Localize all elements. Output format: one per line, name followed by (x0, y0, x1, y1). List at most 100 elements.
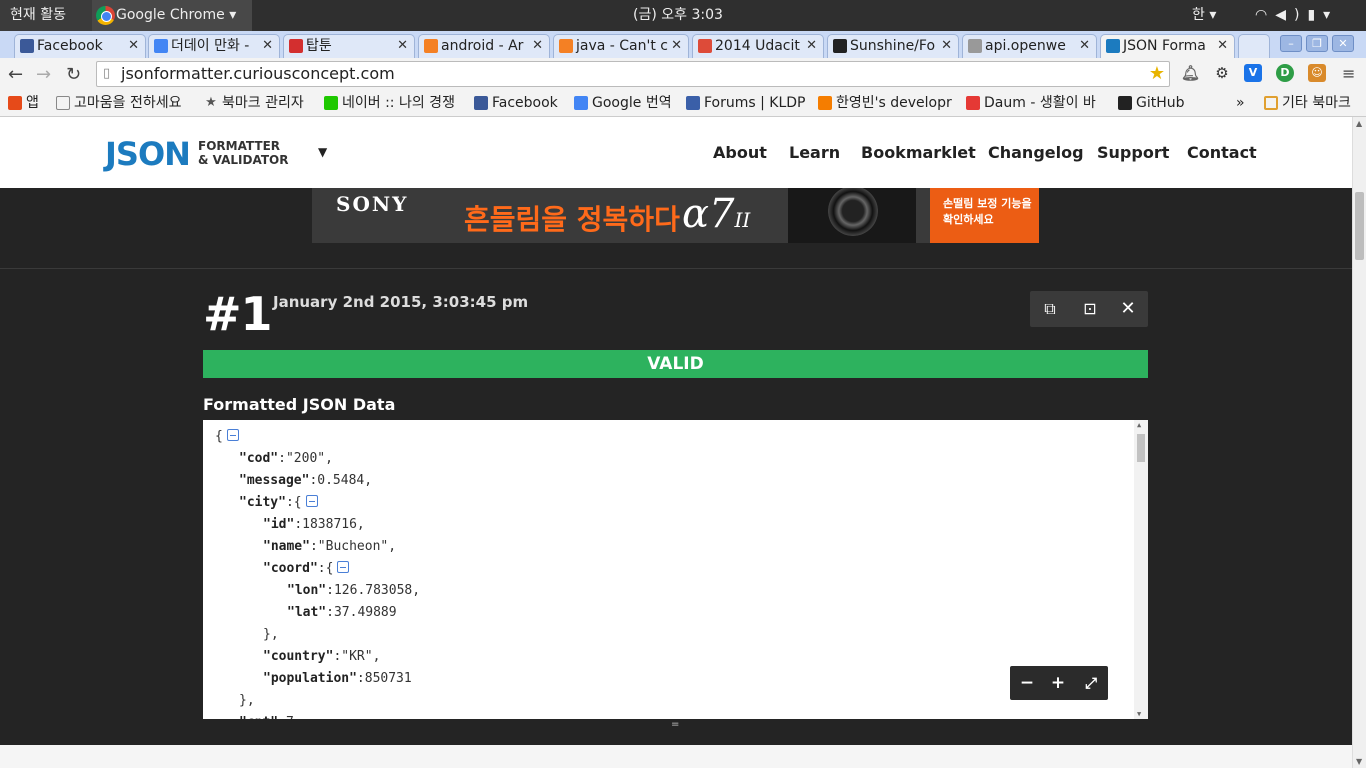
json-key: "country" (263, 649, 334, 664)
tab-5[interactable]: 2014 Udacit ✕ (692, 34, 824, 58)
json-output[interactable]: ▲ ▼ {"cod":"200", "message":0.5484, "city"… (203, 420, 1148, 719)
logo-formatter: FORMATTER (198, 139, 281, 153)
extension-icon[interactable]: ⚙ (1213, 64, 1231, 82)
collapse-toggle-icon[interactable] (226, 429, 239, 441)
json-value: { (293, 495, 302, 510)
json-line: "name":"Bucheon", (263, 538, 396, 556)
bookmark-item[interactable]: GitHub (1118, 93, 1188, 113)
close-window-button[interactable]: ✕ (1332, 35, 1354, 52)
tab-4[interactable]: java - Can't c ✕ (553, 34, 689, 58)
activities-button[interactable]: 현재 활동 (0, 0, 92, 31)
bell-icon[interactable]: 🔔︎ (1181, 64, 1200, 82)
clock[interactable]: (금) 오후 3:03 (633, 0, 723, 31)
close-tab-icon[interactable]: ✕ (529, 35, 543, 57)
extension-icon[interactable]: ☺ (1308, 64, 1326, 82)
json-value: 7, (286, 715, 302, 719)
bookmark-label: » (1236, 95, 1245, 111)
maximize-button[interactable]: ❐ (1306, 35, 1328, 52)
scroll-down-icon[interactable]: ▼ (1137, 710, 1141, 718)
tab-7[interactable]: api.openwe ✕ (962, 34, 1097, 58)
shield-icon[interactable]: V (1244, 64, 1262, 82)
scroll-thumb[interactable] (1137, 434, 1145, 462)
scroll-down-icon[interactable]: ▼ (1356, 757, 1362, 766)
scroll-up-icon[interactable]: ▲ (1356, 119, 1362, 128)
json-value: { (215, 429, 223, 444)
fullscreen-icon[interactable]: ⤢ (1081, 673, 1101, 693)
zoom-out-icon[interactable]: − (1017, 673, 1037, 693)
close-tab-icon[interactable]: ✕ (938, 35, 952, 57)
system-tray[interactable]: ◠◀)▮▾ (1255, 0, 1338, 31)
bookmark-item[interactable]: Daum - 생활이 바 (966, 93, 1106, 113)
bookmark-label: Daum - 생활이 바 (984, 95, 1096, 111)
reload-button[interactable]: ↻ (66, 64, 81, 85)
bookmark-item[interactable]: 네이버 :: 나의 경쟁 (324, 93, 464, 113)
url-text: jsonformatter.curiousconcept.com (121, 64, 395, 83)
close-tab-icon[interactable]: ✕ (394, 35, 408, 57)
scroll-thumb[interactable] (1355, 192, 1364, 260)
close-tab-icon[interactable]: ✕ (259, 35, 273, 57)
address-bar[interactable]: ▯ jsonformatter.curiousconcept.com ★ (96, 61, 1170, 87)
zoom-in-icon[interactable]: + (1048, 673, 1068, 693)
save-icon[interactable]: ⊡ (1080, 299, 1100, 319)
kldp-icon (686, 96, 700, 110)
window-controls: – ❐ ✕ (1276, 35, 1354, 52)
page-scrollbar[interactable]: ▲ ▼ (1352, 117, 1366, 768)
bookmark-item[interactable]: » (1236, 93, 1252, 113)
tab-1[interactable]: 더데이 만화 - ✕ (148, 34, 280, 58)
resize-handle[interactable]: = (671, 719, 679, 730)
input-method[interactable]: 한 ▾ (1192, 0, 1216, 31)
advertisement-banner[interactable]: SONY 흔들림을 정복하다 α7II 손떨림 보정 기능을 확인하세요 (312, 188, 1039, 243)
minimize-button[interactable]: – (1280, 35, 1302, 52)
bookmark-item[interactable]: ★ 북마크 관리자 (204, 93, 320, 113)
app-menu[interactable]: Google Chrome ▾ (92, 0, 252, 31)
collapse-toggle-icon[interactable] (337, 561, 350, 573)
bookmark-item[interactable]: 고마움을 전하세요 (56, 93, 196, 113)
site-header: JSON FORMATTER & VALIDATOR ▼ About Learn… (0, 117, 1352, 188)
tab-label: 더데이 만화 - (171, 38, 250, 54)
battery-icon: ▮ (1307, 7, 1324, 23)
close-tab-icon[interactable]: ✕ (1214, 35, 1228, 57)
close-tab-icon[interactable]: ✕ (668, 35, 682, 57)
input-method-label: 한 (1192, 7, 1205, 23)
scroll-up-icon[interactable]: ▲ (1137, 421, 1141, 429)
bookmark-label: 북마크 관리자 (222, 95, 304, 111)
close-tab-icon[interactable]: ✕ (125, 35, 139, 57)
bookmark-item[interactable]: 기타 북마크 (1264, 93, 1360, 113)
camera-image (788, 188, 916, 243)
tab-8[interactable]: JSON Forma ✕ (1100, 34, 1235, 58)
forward-button[interactable]: → (36, 64, 51, 85)
evernote-icon[interactable]: D (1276, 64, 1294, 82)
chevron-down-icon[interactable]: ▼ (318, 145, 327, 159)
bookmark-item[interactable]: Google 번역 (574, 93, 680, 113)
tab-0[interactable]: Facebook ✕ (14, 34, 146, 58)
facebook-icon (474, 96, 488, 110)
bookmark-item[interactable]: 앱 (8, 93, 52, 113)
app-name: Google Chrome (116, 7, 225, 23)
menu-changelog[interactable]: Changelog (988, 143, 1084, 162)
back-button[interactable]: ← (8, 64, 23, 85)
menu-support[interactable]: Support (1097, 143, 1169, 162)
bookmark-star-icon[interactable]: ★ (1149, 62, 1165, 86)
bookmark-item[interactable]: 한영빈's developr (818, 93, 960, 113)
bookmark-item[interactable]: Forums | KLDP (686, 93, 812, 113)
copy-icon[interactable]: ⧉ (1040, 299, 1060, 319)
menu-contact[interactable]: Contact (1187, 143, 1257, 162)
tab-6[interactable]: Sunshine/Fo ✕ (827, 34, 959, 58)
menu-icon[interactable]: ≡ (1342, 64, 1355, 83)
toptoon-icon (289, 39, 303, 53)
close-icon[interactable]: ✕ (1118, 299, 1138, 319)
tab-3[interactable]: android - Ar ✕ (418, 34, 550, 58)
bookmark-item[interactable]: Facebook (474, 93, 568, 113)
translate-icon (574, 96, 588, 110)
collapse-toggle-icon[interactable] (305, 495, 318, 507)
close-tab-icon[interactable]: ✕ (803, 35, 817, 57)
json-value: 0.5484, (317, 473, 373, 488)
menu-about[interactable]: About (713, 143, 767, 162)
close-tab-icon[interactable]: ✕ (1076, 35, 1090, 57)
menu-learn[interactable]: Learn (789, 143, 840, 162)
code-scrollbar[interactable]: ▲ ▼ (1134, 420, 1148, 719)
tab-2[interactable]: 탑툰 ✕ (283, 34, 415, 58)
json-key: "population" (263, 671, 357, 686)
menu-bookmarklet[interactable]: Bookmarklet (861, 143, 976, 162)
new-tab-button[interactable] (1238, 34, 1270, 58)
